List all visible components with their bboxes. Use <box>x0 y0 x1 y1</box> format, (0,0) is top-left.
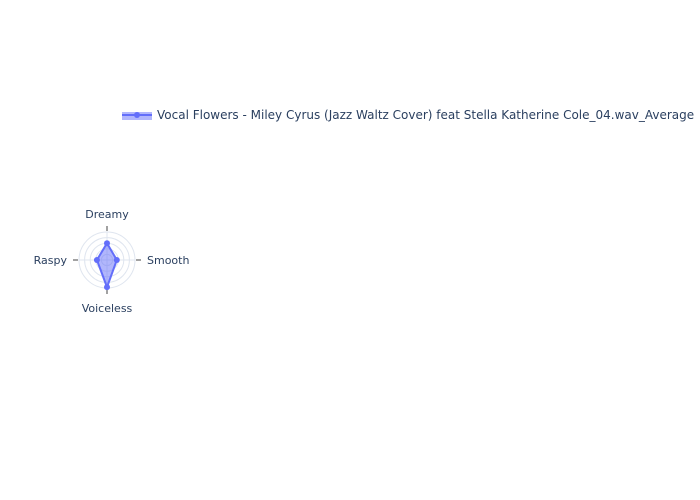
data-point-dreamy[interactable] <box>104 240 110 247</box>
axis-label-smooth: Smooth <box>147 254 189 267</box>
legend[interactable]: Vocal Flowers - Miley Cyrus (Jazz Waltz … <box>122 108 694 122</box>
data-point-voiceless[interactable] <box>104 284 110 291</box>
legend-label: Vocal Flowers - Miley Cyrus (Jazz Waltz … <box>157 108 694 122</box>
axis-label-dreamy: Dreamy <box>85 208 129 221</box>
data-point-raspy[interactable] <box>93 257 100 263</box>
axis-label-raspy: Raspy <box>34 254 68 267</box>
polar-area: Dreamy Smooth Voiceless Raspy <box>34 208 190 315</box>
legend-swatch-marker <box>134 112 140 118</box>
radar-chart: Vocal Flowers - Miley Cyrus (Jazz Waltz … <box>34 108 695 315</box>
data-point-smooth[interactable] <box>113 257 120 263</box>
axis-label-voiceless: Voiceless <box>82 302 133 315</box>
